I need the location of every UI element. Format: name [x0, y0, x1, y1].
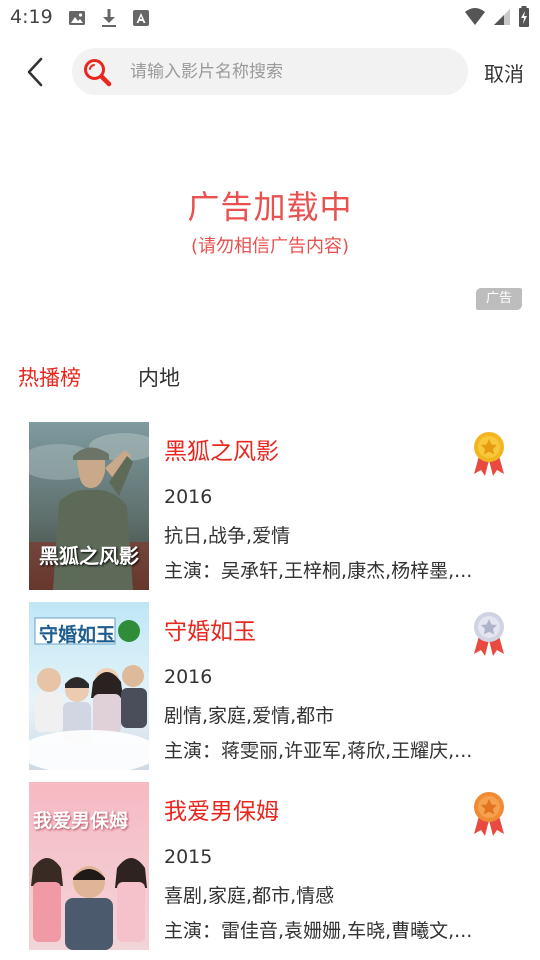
- status-bar: 4:19: [0, 0, 540, 36]
- movie-title[interactable]: 守婚如玉: [164, 612, 256, 646]
- movie-genres: 剧情,家庭,爱情,都市: [164, 705, 335, 727]
- movie-title[interactable]: 黑狐之风影: [164, 432, 279, 466]
- bronze-medal-icon: [474, 792, 504, 836]
- movie-list-item[interactable]: 我爱男保姆 我爱男保姆 2015 喜剧,家庭,都市,情感 主演：雷佳音,袁姗姗,…: [0, 780, 540, 950]
- movie-list-item[interactable]: 守婚如玉 守婚如玉 2016 剧情,家庭,爱情,都市 主演：蒋雯丽,许亚军,蒋欣…: [0, 600, 540, 770]
- search-box[interactable]: [72, 48, 468, 95]
- cancel-button[interactable]: 取消: [484, 58, 524, 87]
- tab-mainland[interactable]: 内地: [138, 362, 180, 392]
- tab-hot-list[interactable]: 热播榜: [18, 362, 81, 392]
- movie-cast: 主演：雷佳音,袁姗姗,车晓,曹曦文,...: [164, 920, 473, 942]
- notification-icons: [68, 8, 150, 32]
- movie-year: 2016: [164, 666, 213, 688]
- ad-subtitle: (请勿相信广告内容): [190, 236, 350, 257]
- image-notification-icon: [68, 9, 86, 31]
- search-header: 取消: [0, 44, 540, 100]
- app-notification-icon: [132, 9, 150, 31]
- movie-poster[interactable]: 我爱男保姆: [29, 782, 149, 950]
- movie-list-item[interactable]: 黑狐之风影 黑狐之风影 2016 抗日,战争,爱情 主演：吴承轩,王梓桐,康杰,…: [0, 420, 540, 590]
- chevron-left-icon: [27, 57, 43, 87]
- movie-cast: 主演：吴承轩,王梓桐,康杰,杨梓墨,...: [164, 560, 473, 582]
- movie-poster[interactable]: 守婚如玉: [29, 602, 149, 770]
- search-input[interactable]: [130, 48, 450, 95]
- back-button[interactable]: [18, 54, 52, 90]
- movie-year: 2015: [164, 846, 213, 868]
- status-time: 4:19: [10, 6, 53, 28]
- system-icons: [464, 6, 530, 32]
- movie-title[interactable]: 我爱男保姆: [164, 792, 279, 826]
- movie-cast: 主演：蒋雯丽,许亚军,蒋欣,王耀庆,...: [164, 740, 473, 762]
- ad-banner[interactable]: 广告加载中 (请勿相信广告内容) 广告: [0, 110, 540, 320]
- ad-badge: 广告: [476, 288, 522, 310]
- category-tabs: 热播榜 内地: [0, 362, 540, 402]
- poster-title-text: 守婚如玉: [39, 624, 116, 646]
- search-icon: [84, 59, 112, 87]
- download-icon: [100, 8, 118, 32]
- movie-genres: 抗日,战争,爱情: [164, 525, 291, 547]
- movie-poster[interactable]: 黑狐之风影: [29, 422, 149, 590]
- gold-medal-icon: [474, 432, 504, 476]
- silver-medal-icon: [474, 612, 504, 656]
- poster-title-text: 黑狐之风影: [39, 544, 139, 568]
- movie-genres: 喜剧,家庭,都市,情感: [164, 885, 335, 907]
- battery-icon: [518, 6, 530, 32]
- movie-year: 2016: [164, 486, 213, 508]
- ad-title: 广告加载中: [187, 188, 353, 226]
- wifi-icon: [464, 7, 486, 31]
- signal-icon: [492, 7, 512, 31]
- poster-title-text: 我爱男保姆: [33, 810, 129, 832]
